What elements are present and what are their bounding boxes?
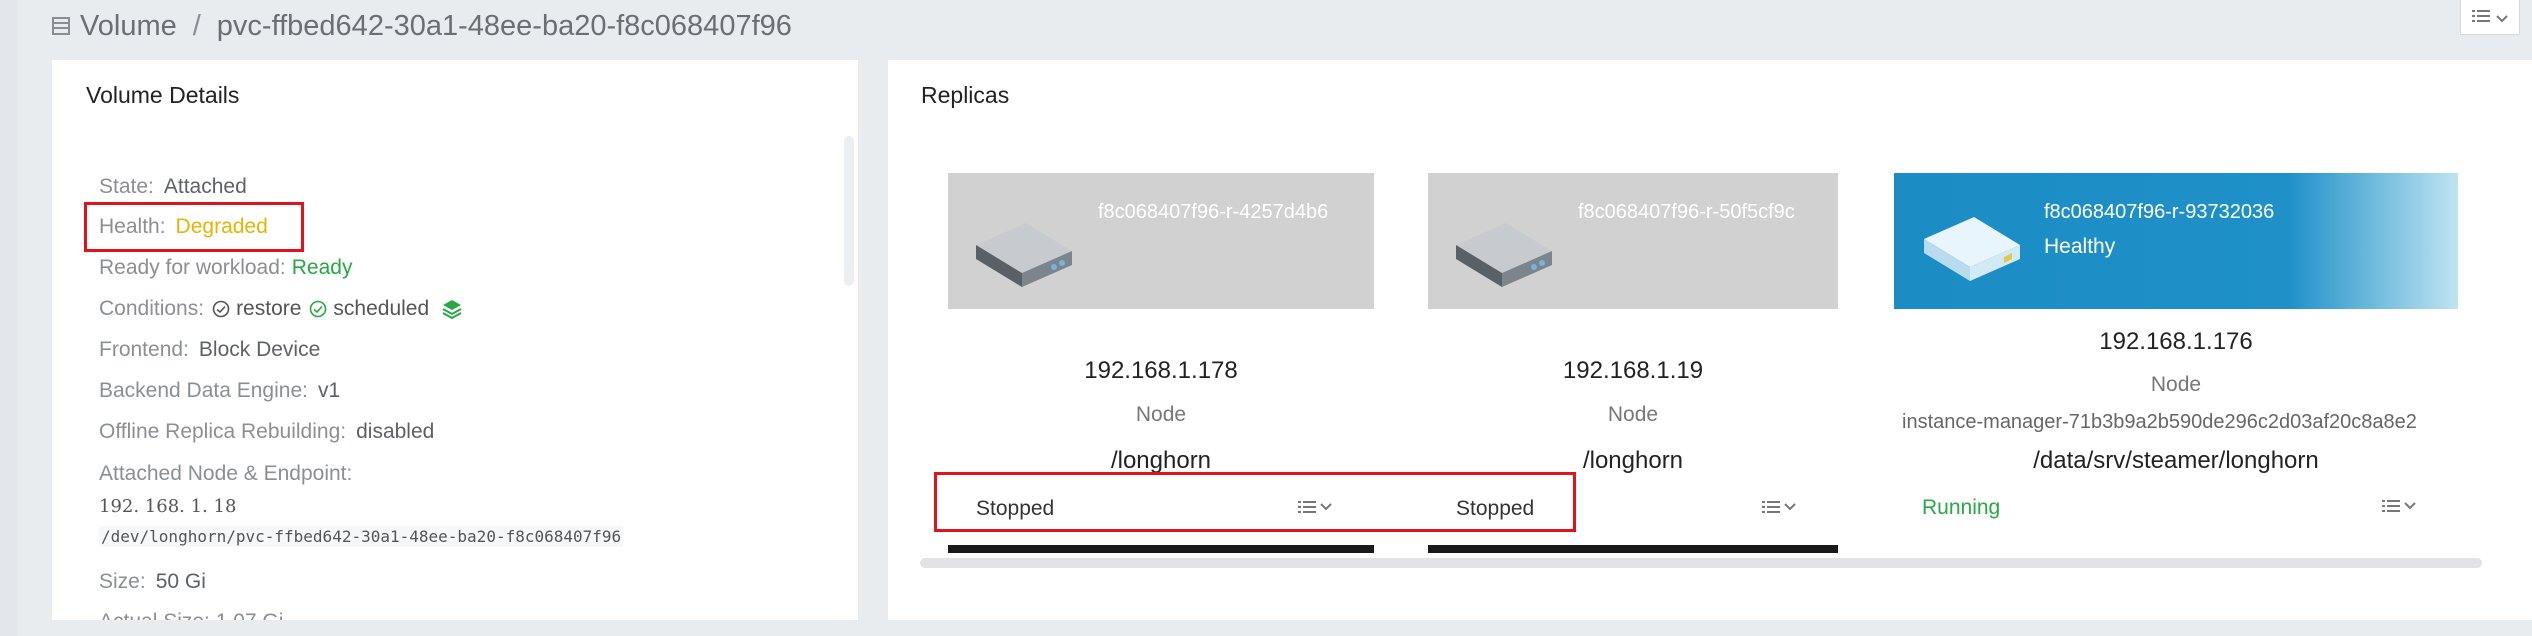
frontend-label: Frontend: xyxy=(99,338,189,361)
volume-details-panel: Volume Details State: Attached Health: Deg… xyxy=(52,60,858,620)
state-row: State: Attached xyxy=(99,175,247,199)
replica-health: Healthy xyxy=(2044,235,2116,258)
attached-node: 192. 168. 1. 18 xyxy=(99,496,237,517)
size-label: Size: xyxy=(99,570,146,593)
stopped-highlight-box xyxy=(934,472,1576,532)
breadcrumb-separator: / xyxy=(192,9,201,42)
replica-progress-bar xyxy=(1428,545,1838,553)
replica-status: Running xyxy=(1922,496,2001,519)
replica-node-label: Node xyxy=(1135,403,1187,426)
check-circle-icon xyxy=(212,300,230,318)
replica-path: /longhorn xyxy=(1110,447,1212,474)
size-value: 50 Gi xyxy=(155,570,206,593)
ready-label: Ready for workload: xyxy=(99,256,286,279)
state-value: Attached xyxy=(163,175,247,198)
list-icon xyxy=(1762,501,1780,513)
replica-ip: 192.168.1.176 xyxy=(2099,328,2253,355)
replica-card[interactable]: f8c068407f96-r-93732036 Healthy 192.168.… xyxy=(1894,173,2458,553)
chevron-down-icon xyxy=(2404,502,2416,510)
offline-rebuild-label: Offline Replica Rebuilding: xyxy=(99,420,347,443)
replicas-title: Replicas xyxy=(921,82,1010,108)
volume-details-title: Volume Details xyxy=(86,82,240,108)
check-circle-icon xyxy=(309,300,327,318)
frontend-row: Frontend: Block Device xyxy=(99,338,320,362)
engine-row: Backend Data Engine: v1 xyxy=(99,379,340,403)
conditions-row: Conditions: restore scheduled xyxy=(99,297,463,321)
replica-ip: 192.168.1.178 xyxy=(1084,357,1238,384)
replica-card-header: f8c068407f96-r-50f5cf9c xyxy=(1428,173,1838,309)
attached-row: Attached Node & Endpoint: xyxy=(99,462,352,486)
replica-actions-menu[interactable] xyxy=(1762,496,1802,518)
replicas-scrollbar[interactable] xyxy=(920,558,2482,568)
replica-name: f8c068407f96-r-50f5cf9c xyxy=(1578,201,1795,223)
replica-node-label: Node xyxy=(2150,373,2202,396)
breadcrumb: Volume / pvc-ffbed642-30a1-48ee-ba20-f8c… xyxy=(52,4,792,48)
conditions-label: Conditions: xyxy=(99,297,205,320)
attached-label: Attached Node & Endpoint: xyxy=(99,462,353,485)
size-row: Size: 50 Gi xyxy=(99,570,206,594)
attached-endpoint: /dev/longhorn/pvc-ffbed642-30a1-48ee-ba2… xyxy=(99,526,624,547)
health-highlight-box xyxy=(84,202,304,252)
page-title: pvc-ffbed642-30a1-48ee-ba20-f8c068407f96 xyxy=(216,9,792,42)
chevron-down-icon xyxy=(1784,503,1796,511)
replica-progress-bar xyxy=(948,545,1374,553)
engine-value: v1 xyxy=(317,379,341,402)
offline-rebuild-value: disabled xyxy=(356,420,435,443)
layers-icon[interactable] xyxy=(441,298,463,320)
state-label: State: xyxy=(99,175,154,198)
replica-actions-menu[interactable] xyxy=(2382,495,2422,517)
disk-icon xyxy=(1920,209,2024,283)
chevron-down-icon xyxy=(2496,7,2508,28)
replica-path: /longhorn xyxy=(1582,447,1684,474)
list-icon xyxy=(2382,500,2400,512)
volume-list-icon xyxy=(52,16,70,36)
engine-label: Backend Data Engine: xyxy=(99,379,308,402)
replica-path: /data/srv/steamer/longhorn xyxy=(2033,447,2319,474)
replica-name: f8c068407f96-r-93732036 xyxy=(2044,201,2275,223)
left-rail xyxy=(0,0,18,636)
condition-scheduled-label: scheduled xyxy=(333,297,430,320)
actual-size-row: Actual Size: 1.07 Gi xyxy=(99,610,283,620)
replica-ip: 192.168.1.19 xyxy=(1562,357,1704,384)
condition-restore-label: restore xyxy=(236,297,302,320)
details-scrollbar[interactable] xyxy=(844,136,854,286)
disk-icon xyxy=(972,215,1076,289)
ready-row: Ready for workload: Ready xyxy=(99,256,352,280)
disk-icon xyxy=(1452,215,1556,289)
actual-size-text: Actual Size: 1.07 Gi xyxy=(99,610,283,620)
list-icon xyxy=(2472,7,2490,28)
replica-node-label: Node xyxy=(1607,403,1659,426)
breadcrumb-section-link[interactable]: Volume xyxy=(80,10,177,43)
offline-rebuild-row: Offline Replica Rebuilding: disabled xyxy=(99,420,434,444)
page-actions-menu[interactable] xyxy=(2460,0,2520,35)
ready-value: Ready xyxy=(291,256,353,279)
frontend-value: Block Device xyxy=(198,338,321,361)
replica-card-header: f8c068407f96-r-4257d4b6 xyxy=(948,173,1374,309)
replica-name: f8c068407f96-r-4257d4b6 xyxy=(1098,201,1329,223)
replica-instance-manager: instance-manager-71b3b9a2b590de296c2d03a… xyxy=(1902,411,2417,433)
condition-scheduled: scheduled xyxy=(309,297,429,321)
replica-card-header: f8c068407f96-r-93732036 Healthy xyxy=(1894,173,2458,309)
condition-restore: restore xyxy=(212,297,301,321)
